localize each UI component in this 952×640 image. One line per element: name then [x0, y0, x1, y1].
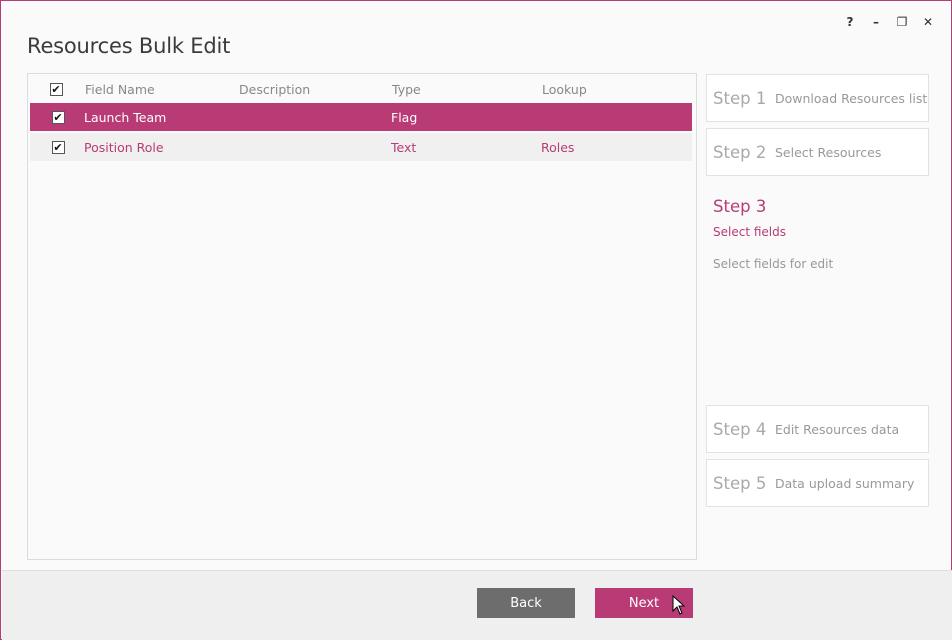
step-number: Step 2 — [713, 142, 767, 162]
row-checkbox[interactable]: ✔ — [50, 133, 66, 161]
column-header-type[interactable]: Type — [392, 74, 421, 104]
column-header-lookup[interactable]: Lookup — [542, 74, 587, 104]
restore-icon[interactable]: ❐ — [889, 13, 915, 31]
check-icon: ✔ — [51, 140, 65, 154]
step-label: Select Resources — [775, 144, 882, 160]
check-icon: ✔ — [49, 82, 63, 96]
minimize-icon[interactable]: – — [863, 13, 889, 31]
close-icon[interactable]: ✕ — [915, 13, 941, 31]
fields-grid: ✔ Field Name Description Type Lookup ✔ L… — [27, 73, 697, 560]
page-title: Resources Bulk Edit — [27, 34, 231, 58]
mouse-cursor-icon — [672, 595, 686, 615]
step-1[interactable]: Step 1 Download Resources list — [706, 74, 929, 122]
row-checkbox[interactable]: ✔ — [50, 103, 66, 131]
type-cell: Text — [391, 139, 417, 155]
select-all-checkbox[interactable]: ✔ — [48, 74, 64, 104]
table-row[interactable]: ✔ Position Role Text Roles — [30, 133, 692, 161]
help-icon[interactable]: ? — [837, 13, 863, 31]
table-row[interactable]: ✔ Launch Team Flag — [30, 103, 692, 131]
step-number: Step 3 — [713, 197, 767, 216]
column-header-field-name[interactable]: Field Name — [85, 74, 155, 104]
step-description: Select fields for edit — [713, 257, 834, 271]
step-number: Step 1 — [713, 88, 767, 108]
type-cell: Flag — [391, 109, 418, 125]
step-2[interactable]: Step 2 Select Resources — [706, 128, 929, 176]
field-name-cell: Position Role — [84, 139, 164, 155]
step-number: Step 4 — [713, 419, 767, 439]
step-4[interactable]: Step 4 Edit Resources data — [706, 405, 929, 453]
field-name-cell: Launch Team — [84, 109, 167, 125]
step-label: Select fields — [713, 225, 786, 239]
step-label: Edit Resources data — [775, 421, 900, 437]
step-number: Step 5 — [713, 473, 767, 493]
lookup-cell: Roles — [541, 139, 575, 155]
step-label: Download Resources list — [775, 90, 928, 106]
step-5[interactable]: Step 5 Data upload summary — [706, 459, 929, 507]
footer-bar: Back Next — [2, 570, 952, 640]
window-controls: ? – ❐ ✕ — [837, 13, 941, 31]
column-header-description[interactable]: Description — [239, 74, 310, 104]
bulk-edit-window: ? – ❐ ✕ Resources Bulk Edit ✔ Field Name… — [0, 0, 952, 640]
check-icon: ✔ — [51, 110, 65, 124]
back-button[interactable]: Back — [477, 588, 575, 618]
grid-header: ✔ Field Name Description Type Lookup — [28, 74, 696, 104]
step-label: Data upload summary — [775, 475, 915, 491]
